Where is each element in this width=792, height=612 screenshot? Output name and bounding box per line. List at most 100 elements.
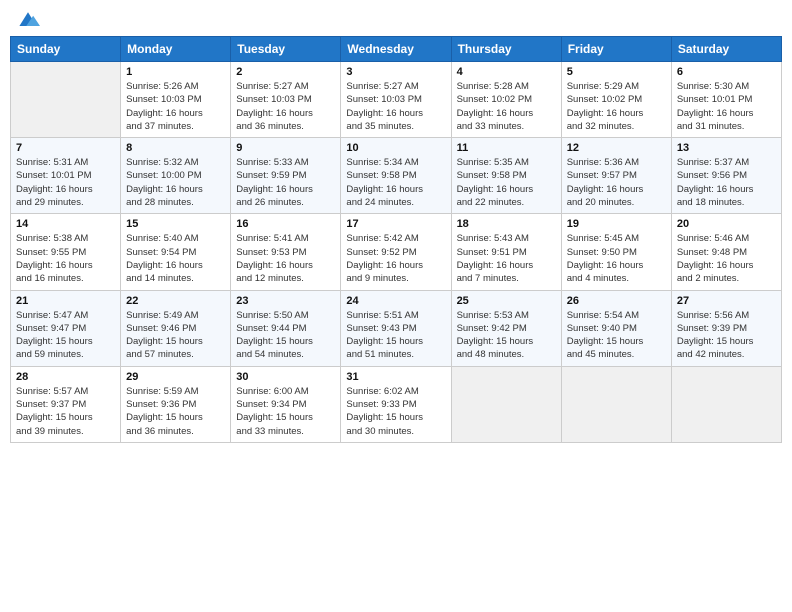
day-info: Sunrise: 5:34 AM Sunset: 9:58 PM Dayligh… bbox=[346, 156, 445, 209]
calendar-cell: 19 Sunrise: 5:45 AM Sunset: 9:50 PM Dayli… bbox=[561, 214, 671, 290]
calendar-cell: 3 Sunrise: 5:27 AM Sunset: 10:03 PM Dayli… bbox=[341, 62, 451, 138]
calendar-cell: 5 Sunrise: 5:29 AM Sunset: 10:02 PM Dayli… bbox=[561, 62, 671, 138]
day-info: Sunrise: 6:00 AM Sunset: 9:34 PM Dayligh… bbox=[236, 385, 335, 438]
day-number: 15 bbox=[126, 218, 225, 230]
day-number: 23 bbox=[236, 295, 335, 307]
col-header-friday: Friday bbox=[561, 37, 671, 62]
calendar-cell: 25 Sunrise: 5:53 AM Sunset: 9:42 PM Dayli… bbox=[451, 290, 561, 366]
calendar-cell: 15 Sunrise: 5:40 AM Sunset: 9:54 PM Dayli… bbox=[121, 214, 231, 290]
day-number: 8 bbox=[126, 142, 225, 154]
day-number: 6 bbox=[677, 66, 776, 78]
col-header-sunday: Sunday bbox=[11, 37, 121, 62]
day-info: Sunrise: 5:29 AM Sunset: 10:02 PM Daylig… bbox=[567, 80, 666, 133]
day-number: 24 bbox=[346, 295, 445, 307]
calendar-cell: 14 Sunrise: 5:38 AM Sunset: 9:55 PM Dayli… bbox=[11, 214, 121, 290]
calendar-table: SundayMondayTuesdayWednesdayThursdayFrid… bbox=[10, 36, 782, 443]
day-number: 26 bbox=[567, 295, 666, 307]
day-info: Sunrise: 5:40 AM Sunset: 9:54 PM Dayligh… bbox=[126, 232, 225, 285]
calendar-cell: 13Sunrise: 5:37 AM Sunset: 9:56 PM Dayli… bbox=[671, 138, 781, 214]
day-number: 17 bbox=[346, 218, 445, 230]
day-info: Sunrise: 5:54 AM Sunset: 9:40 PM Dayligh… bbox=[567, 309, 666, 362]
day-info: Sunrise: 5:45 AM Sunset: 9:50 PM Dayligh… bbox=[567, 232, 666, 285]
day-info: Sunrise: 5:43 AM Sunset: 9:51 PM Dayligh… bbox=[457, 232, 556, 285]
day-info: Sunrise: 5:27 AM Sunset: 10:03 PM Daylig… bbox=[236, 80, 335, 133]
day-info: Sunrise: 5:53 AM Sunset: 9:42 PM Dayligh… bbox=[457, 309, 556, 362]
calendar-cell: 10 Sunrise: 5:34 AM Sunset: 9:58 PM Dayli… bbox=[341, 138, 451, 214]
day-number: 2 bbox=[236, 66, 335, 78]
day-info: Sunrise: 5:26 AM Sunset: 10:03 PM Daylig… bbox=[126, 80, 225, 133]
day-number: 14 bbox=[16, 218, 115, 230]
day-number: 11 bbox=[457, 142, 556, 154]
calendar-cell: 17Sunrise: 5:42 AM Sunset: 9:52 PM Dayli… bbox=[341, 214, 451, 290]
day-info: Sunrise: 5:36 AM Sunset: 9:57 PM Dayligh… bbox=[567, 156, 666, 209]
calendar-cell: 23 Sunrise: 5:50 AM Sunset: 9:44 PM Dayli… bbox=[231, 290, 341, 366]
calendar-cell: 31 Sunrise: 6:02 AM Sunset: 9:33 PM Dayli… bbox=[341, 366, 451, 442]
calendar-cell bbox=[451, 366, 561, 442]
calendar-cell bbox=[671, 366, 781, 442]
day-number: 9 bbox=[236, 142, 335, 154]
day-number: 7 bbox=[16, 142, 115, 154]
col-header-monday: Monday bbox=[121, 37, 231, 62]
day-info: Sunrise: 5:47 AM Sunset: 9:47 PM Dayligh… bbox=[16, 309, 115, 362]
col-header-saturday: Saturday bbox=[671, 37, 781, 62]
calendar-cell: 9 Sunrise: 5:33 AM Sunset: 9:59 PM Daylig… bbox=[231, 138, 341, 214]
calendar-cell: 11 Sunrise: 5:35 AM Sunset: 9:58 PM Dayli… bbox=[451, 138, 561, 214]
day-number: 25 bbox=[457, 295, 556, 307]
calendar-cell: 12 Sunrise: 5:36 AM Sunset: 9:57 PM Dayli… bbox=[561, 138, 671, 214]
calendar-cell: 1 Sunrise: 5:26 AM Sunset: 10:03 PM Dayli… bbox=[121, 62, 231, 138]
day-info: Sunrise: 5:33 AM Sunset: 9:59 PM Dayligh… bbox=[236, 156, 335, 209]
calendar-cell bbox=[561, 366, 671, 442]
calendar-cell: 27 Sunrise: 5:56 AM Sunset: 9:39 PM Dayli… bbox=[671, 290, 781, 366]
calendar-cell: 18 Sunrise: 5:43 AM Sunset: 9:51 PM Dayli… bbox=[451, 214, 561, 290]
calendar-cell: 26 Sunrise: 5:54 AM Sunset: 9:40 PM Dayli… bbox=[561, 290, 671, 366]
day-number: 4 bbox=[457, 66, 556, 78]
logo bbox=[14, 10, 40, 30]
day-info: Sunrise: 5:31 AM Sunset: 10:01 PM Daylig… bbox=[16, 156, 115, 209]
day-number: 21 bbox=[16, 295, 115, 307]
day-number: 10 bbox=[346, 142, 445, 154]
day-number: 31 bbox=[346, 371, 445, 383]
day-info: Sunrise: 6:02 AM Sunset: 9:33 PM Dayligh… bbox=[346, 385, 445, 438]
col-header-thursday: Thursday bbox=[451, 37, 561, 62]
calendar-cell: 22 Sunrise: 5:49 AM Sunset: 9:46 PM Dayli… bbox=[121, 290, 231, 366]
calendar-cell: 8 Sunrise: 5:32 AM Sunset: 10:00 PM Dayli… bbox=[121, 138, 231, 214]
day-info: Sunrise: 5:32 AM Sunset: 10:00 PM Daylig… bbox=[126, 156, 225, 209]
day-number: 18 bbox=[457, 218, 556, 230]
calendar-cell: 7 Sunrise: 5:31 AM Sunset: 10:01 PM Dayli… bbox=[11, 138, 121, 214]
day-info: Sunrise: 5:28 AM Sunset: 10:02 PM Daylig… bbox=[457, 80, 556, 133]
calendar-cell: 6 Sunrise: 5:30 AM Sunset: 10:01 PM Dayli… bbox=[671, 62, 781, 138]
day-info: Sunrise: 5:27 AM Sunset: 10:03 PM Daylig… bbox=[346, 80, 445, 133]
day-info: Sunrise: 5:59 AM Sunset: 9:36 PM Dayligh… bbox=[126, 385, 225, 438]
calendar-cell: 4 Sunrise: 5:28 AM Sunset: 10:02 PM Dayli… bbox=[451, 62, 561, 138]
calendar-cell: 2 Sunrise: 5:27 AM Sunset: 10:03 PM Dayli… bbox=[231, 62, 341, 138]
day-number: 16 bbox=[236, 218, 335, 230]
day-info: Sunrise: 5:30 AM Sunset: 10:01 PM Daylig… bbox=[677, 80, 776, 133]
day-info: Sunrise: 5:50 AM Sunset: 9:44 PM Dayligh… bbox=[236, 309, 335, 362]
day-number: 3 bbox=[346, 66, 445, 78]
day-info: Sunrise: 5:38 AM Sunset: 9:55 PM Dayligh… bbox=[16, 232, 115, 285]
day-number: 19 bbox=[567, 218, 666, 230]
day-number: 29 bbox=[126, 371, 225, 383]
day-info: Sunrise: 5:41 AM Sunset: 9:53 PM Dayligh… bbox=[236, 232, 335, 285]
day-info: Sunrise: 5:56 AM Sunset: 9:39 PM Dayligh… bbox=[677, 309, 776, 362]
day-number: 22 bbox=[126, 295, 225, 307]
day-number: 30 bbox=[236, 371, 335, 383]
page-header bbox=[10, 10, 782, 30]
day-number: 1 bbox=[126, 66, 225, 78]
day-number: 5 bbox=[567, 66, 666, 78]
day-number: 27 bbox=[677, 295, 776, 307]
calendar-cell: 21 Sunrise: 5:47 AM Sunset: 9:47 PM Dayli… bbox=[11, 290, 121, 366]
day-info: Sunrise: 5:35 AM Sunset: 9:58 PM Dayligh… bbox=[457, 156, 556, 209]
day-info: Sunrise: 5:51 AM Sunset: 9:43 PM Dayligh… bbox=[346, 309, 445, 362]
calendar-cell: 28Sunrise: 5:57 AM Sunset: 9:37 PM Dayli… bbox=[11, 366, 121, 442]
logo-icon bbox=[16, 10, 40, 30]
col-header-tuesday: Tuesday bbox=[231, 37, 341, 62]
day-info: Sunrise: 5:37 AM Sunset: 9:56 PM Dayligh… bbox=[677, 156, 776, 209]
col-header-wednesday: Wednesday bbox=[341, 37, 451, 62]
day-info: Sunrise: 5:46 AM Sunset: 9:48 PM Dayligh… bbox=[677, 232, 776, 285]
calendar-cell: 20Sunrise: 5:46 AM Sunset: 9:48 PM Dayli… bbox=[671, 214, 781, 290]
day-number: 28 bbox=[16, 371, 115, 383]
day-number: 12 bbox=[567, 142, 666, 154]
day-info: Sunrise: 5:49 AM Sunset: 9:46 PM Dayligh… bbox=[126, 309, 225, 362]
calendar-cell: 16 Sunrise: 5:41 AM Sunset: 9:53 PM Dayli… bbox=[231, 214, 341, 290]
